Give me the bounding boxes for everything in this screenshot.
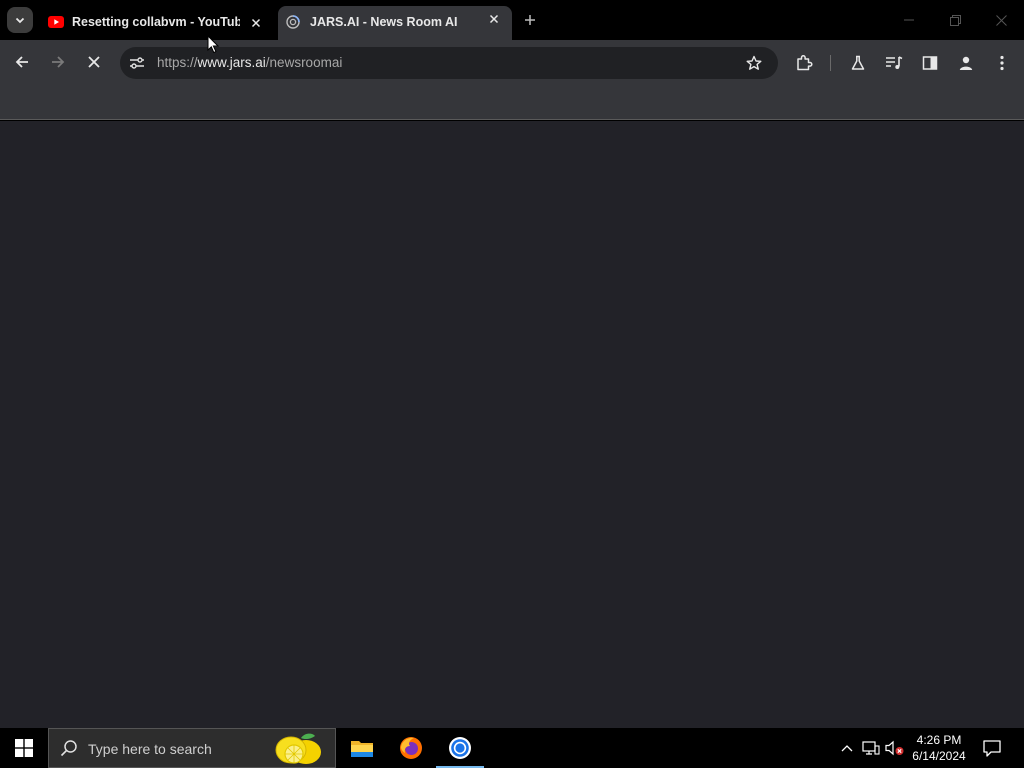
page-content bbox=[0, 121, 1024, 728]
close-tab-icon[interactable] bbox=[486, 11, 502, 27]
url-path: /newsroomai bbox=[265, 55, 343, 70]
taskbar: Type here to search 4:26 PM 6/14/2024 bbox=[0, 728, 1024, 768]
side-panel-icon[interactable] bbox=[920, 53, 940, 73]
arrow-right-icon bbox=[52, 56, 65, 68]
tab-strip: Resetting collabvm - YouTube JARS.AI - N… bbox=[0, 0, 1024, 40]
taskbar-search-box[interactable]: Type here to search bbox=[48, 728, 336, 768]
firefox-icon[interactable] bbox=[387, 728, 435, 768]
url-text[interactable]: https://www.jars.ai/newsroomai bbox=[157, 55, 342, 70]
close-icon bbox=[88, 56, 100, 68]
url-scheme: https:// bbox=[157, 55, 198, 70]
labs-flask-icon[interactable] bbox=[848, 53, 868, 73]
stop-loading-button[interactable] bbox=[82, 50, 106, 74]
network-icon[interactable] bbox=[860, 728, 882, 768]
extensions-icon[interactable] bbox=[794, 53, 814, 73]
new-tab-button[interactable] bbox=[521, 11, 539, 29]
plus-icon bbox=[525, 15, 535, 25]
bookmarks-bar bbox=[0, 84, 1024, 120]
globe-loading-icon bbox=[285, 14, 301, 33]
volume-muted-icon[interactable] bbox=[884, 728, 906, 768]
notifications-button[interactable] bbox=[980, 728, 1004, 768]
mouse-cursor-icon bbox=[207, 34, 220, 59]
system-clock[interactable]: 4:26 PM 6/14/2024 bbox=[904, 732, 974, 764]
lemon-search-highlight-icon bbox=[271, 730, 327, 768]
clock-date: 6/14/2024 bbox=[912, 749, 966, 763]
profile-icon[interactable] bbox=[955, 53, 977, 73]
tab-jars-ai[interactable]: JARS.AI - News Room AI bbox=[278, 6, 512, 40]
youtube-icon bbox=[48, 16, 64, 31]
back-button[interactable] bbox=[10, 50, 34, 74]
tab-youtube[interactable]: Resetting collabvm - YouTube bbox=[40, 6, 274, 40]
restore-icon bbox=[949, 14, 961, 26]
search-placeholder: Type here to search bbox=[88, 741, 212, 757]
chevron-down-icon bbox=[15, 17, 25, 24]
bookmark-star-icon[interactable] bbox=[744, 53, 764, 73]
close-icon bbox=[995, 14, 1007, 26]
restore-button[interactable] bbox=[932, 0, 978, 40]
arrow-left-icon bbox=[15, 56, 28, 68]
toolbar-divider bbox=[830, 55, 831, 71]
windows-logo-icon bbox=[15, 739, 33, 757]
minimize-button[interactable] bbox=[886, 0, 932, 40]
action-center-icon bbox=[983, 739, 1001, 757]
tab-search-button[interactable] bbox=[7, 7, 33, 33]
media-controls-icon[interactable] bbox=[884, 53, 904, 73]
tab-title: JARS.AI - News Room AI bbox=[310, 15, 458, 29]
search-icon bbox=[60, 739, 78, 762]
tab-title: Resetting collabvm - YouTube bbox=[72, 15, 240, 29]
chevron-up-icon bbox=[841, 745, 853, 752]
start-button[interactable] bbox=[0, 728, 48, 768]
close-tab-icon[interactable] bbox=[248, 15, 264, 31]
forward-button[interactable] bbox=[46, 50, 70, 74]
close-window-button[interactable] bbox=[978, 0, 1024, 40]
file-explorer-icon[interactable] bbox=[338, 728, 386, 768]
site-info-icon[interactable] bbox=[127, 53, 147, 73]
clock-time: 4:26 PM bbox=[916, 733, 962, 747]
chrome-icon[interactable] bbox=[436, 728, 484, 768]
minimize-icon bbox=[904, 19, 914, 21]
show-hidden-icons-button[interactable] bbox=[836, 728, 858, 768]
menu-kebab-icon[interactable] bbox=[992, 53, 1012, 73]
